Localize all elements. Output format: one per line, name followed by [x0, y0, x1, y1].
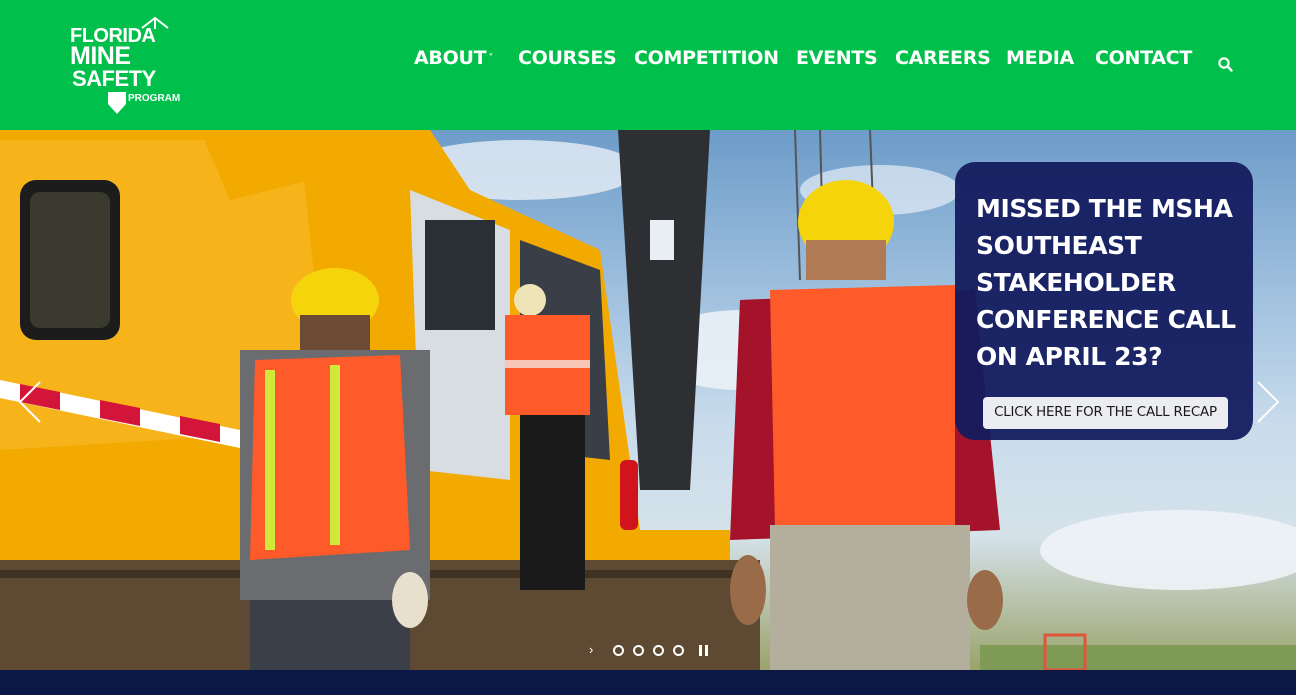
- hero-callout-title: MISSED THE MSHA SOUTHEAST STAKEHOLDER CO…: [976, 194, 1236, 371]
- shield-logo-icon: [108, 92, 126, 114]
- slide-dot-3[interactable]: [653, 645, 664, 656]
- pause-icon[interactable]: [699, 645, 708, 656]
- site-logo[interactable]: FLORIDA MINE SAFETY PROGRAM: [70, 16, 194, 116]
- nav-events[interactable]: EVENTS: [796, 47, 878, 69]
- slide-dot-1[interactable]: [613, 645, 624, 656]
- slide-prev-small-icon[interactable]: ›: [589, 643, 593, 657]
- nav-media[interactable]: MEDIA: [1006, 47, 1074, 69]
- chevron-down-icon: ˅: [488, 53, 493, 64]
- chevron-left-icon[interactable]: [18, 380, 42, 424]
- nav-contact[interactable]: CONTACT: [1095, 47, 1192, 69]
- nav-competition[interactable]: COMPETITION: [634, 47, 779, 69]
- nav-about-label: ABOUT: [414, 47, 487, 69]
- call-recap-button[interactable]: CLICK HERE FOR THE CALL RECAP: [983, 397, 1228, 429]
- site-header: FLORIDA MINE SAFETY PROGRAM ABOUT ˅ COURS…: [0, 0, 1296, 130]
- nav-careers[interactable]: CAREERS: [895, 47, 991, 69]
- footer-strip: [0, 670, 1296, 695]
- logo-line-safety: SAFETY: [72, 66, 156, 91]
- logo-line-program: PROGRAM: [128, 93, 181, 104]
- slide-dot-4[interactable]: [673, 645, 684, 656]
- search-icon[interactable]: [1217, 56, 1234, 73]
- nav-about[interactable]: ABOUT ˅: [414, 47, 493, 69]
- nav-courses[interactable]: COURSES: [518, 47, 617, 69]
- chevron-right-icon[interactable]: [1256, 380, 1280, 424]
- slide-dot-2[interactable]: [633, 645, 644, 656]
